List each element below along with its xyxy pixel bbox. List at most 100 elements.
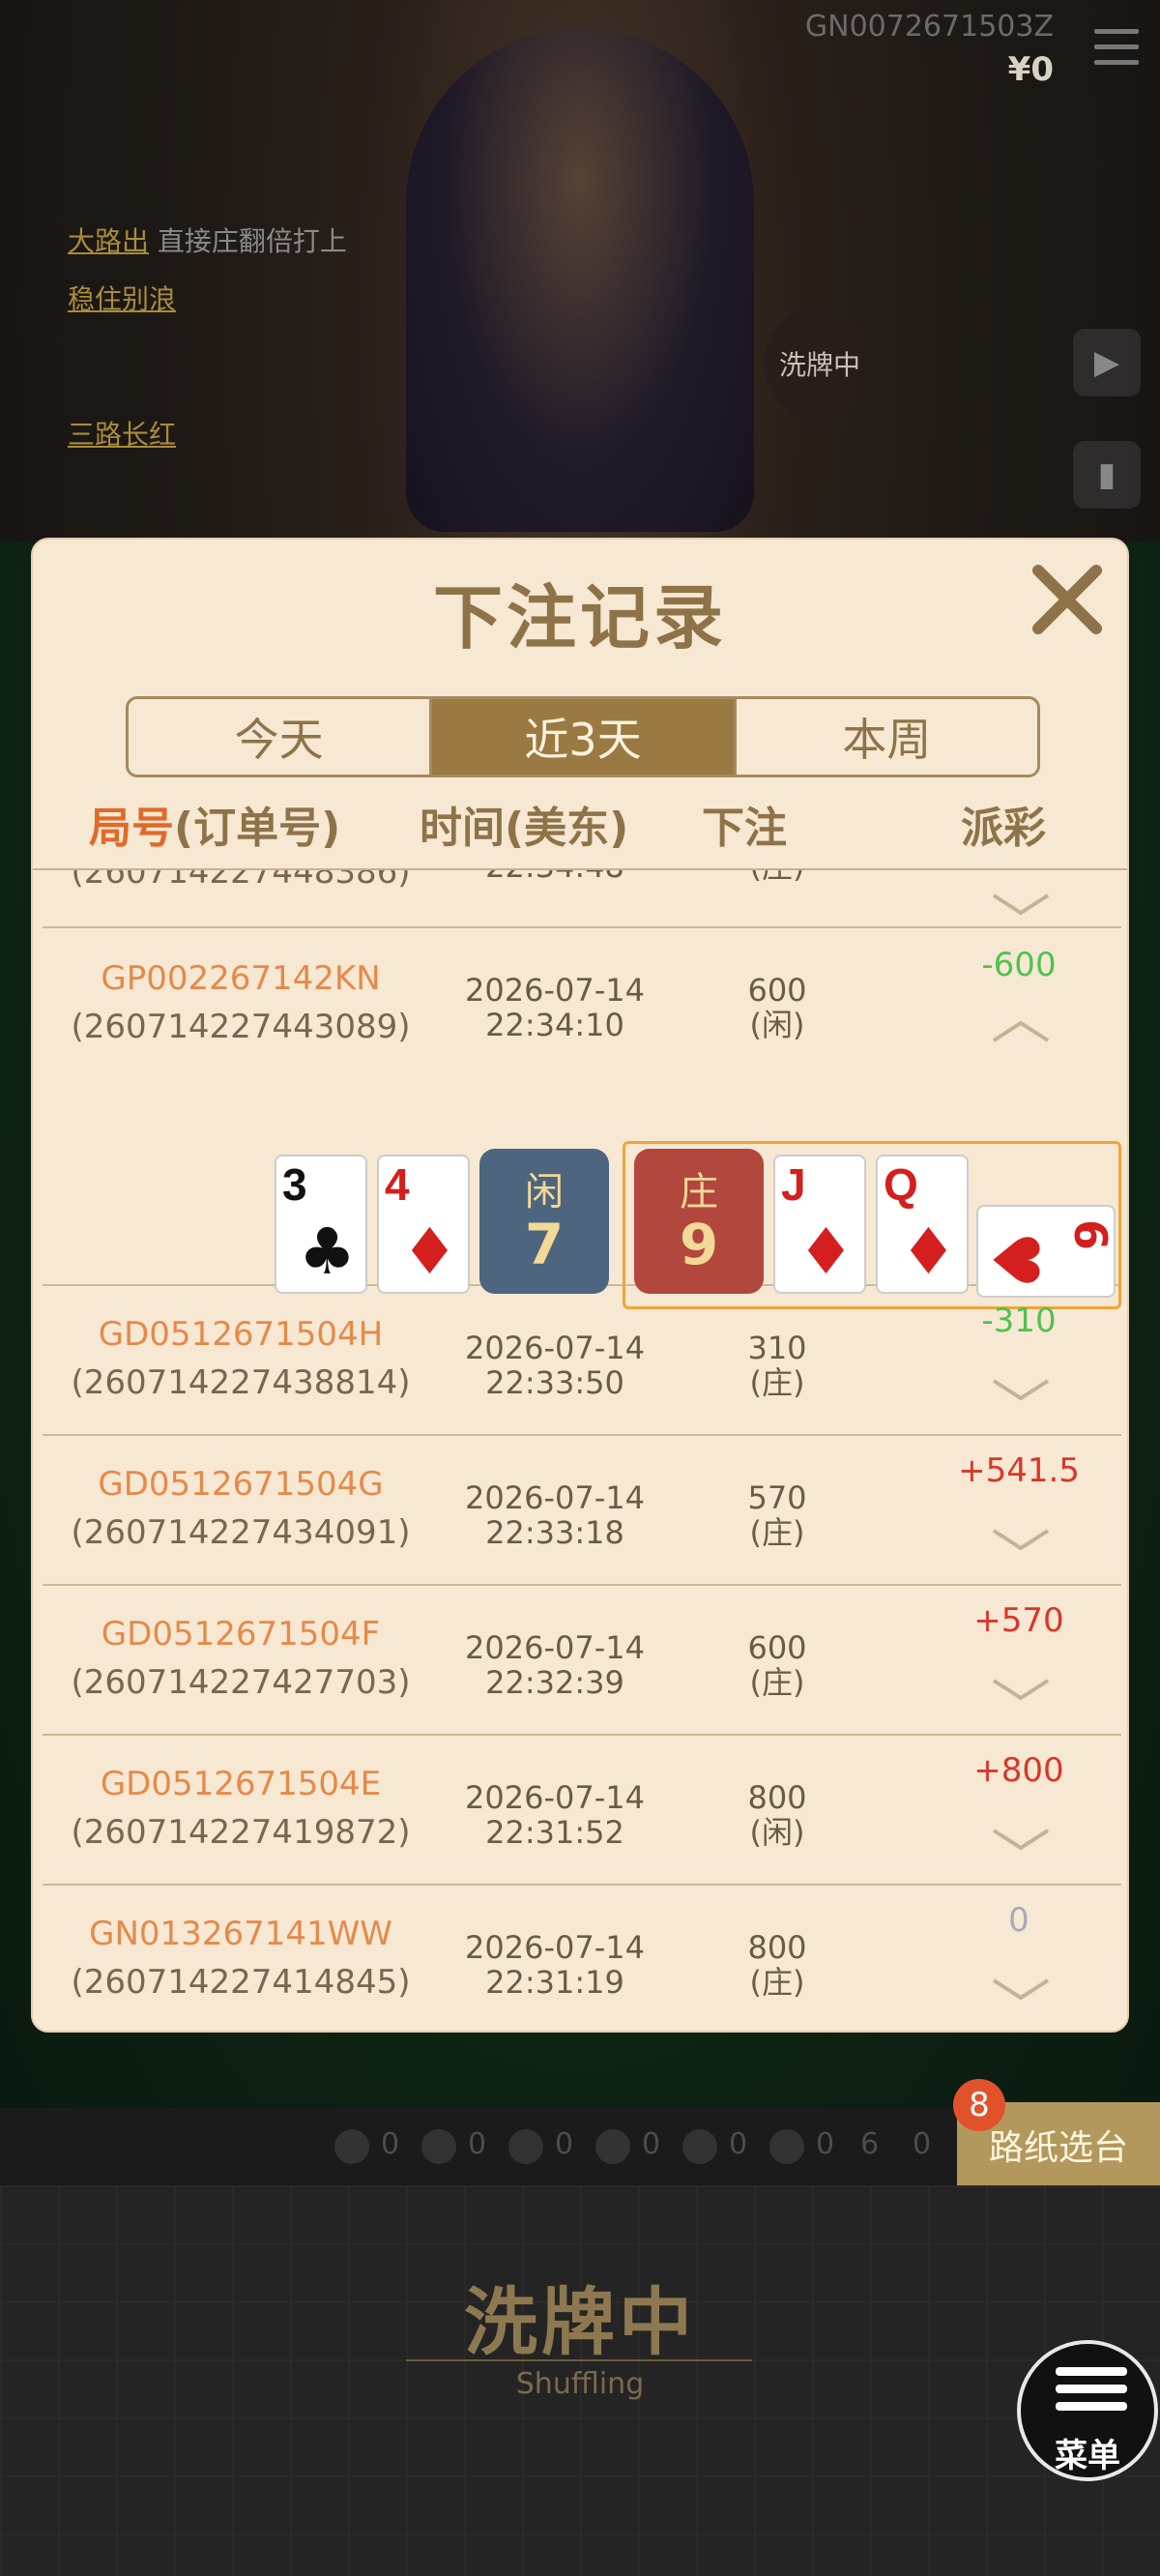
row-bet-cell: 310 (庄) <box>681 1331 874 1400</box>
chevron-down-icon[interactable] <box>990 1525 1052 1554</box>
chevron-down-icon[interactable] <box>990 1675 1052 1704</box>
modal-title: 下注记录 <box>432 577 727 659</box>
tab-today[interactable]: 今天 <box>129 699 429 775</box>
row-bet-cell: 800 (庄) <box>681 1930 874 2000</box>
banker-card-3: 6 ♥ <box>976 1205 1116 1298</box>
banker-total-badge: 庄 9 <box>634 1149 764 1294</box>
game-id: GD0512671504F <box>101 1615 381 1654</box>
road-hint-1: 大路出 直接庄翻倍打上 <box>68 220 347 259</box>
row-time-cell: 2026-07-14 22:31:52 <box>420 1780 690 1850</box>
header-bet: 下注 <box>702 804 787 853</box>
order-id: (260714227427703) <box>71 1663 411 1702</box>
stat-dot-icon <box>334 2129 369 2164</box>
game-id: GP002267142KN <box>101 959 381 998</box>
menu-label: 菜单 <box>1055 2437 1120 2475</box>
row-bet-cell: 800 (闲) <box>681 1780 874 1850</box>
payout-value: +800 <box>973 1751 1064 1790</box>
stat-dot-icon <box>421 2129 456 2164</box>
bet-time: 22:31:52 <box>485 1814 624 1851</box>
chevron-down-icon[interactable] <box>990 1975 1052 2004</box>
bet-side: (闲) <box>749 1814 805 1851</box>
bet-time: 22:31:19 <box>485 1964 624 2001</box>
bet-amount: 800 <box>747 1779 807 1816</box>
order-id: (260714227419872) <box>71 1813 411 1852</box>
road-selector-badge: 8 <box>953 2079 1005 2131</box>
row-id-cell: GD0512671504F (260714227427703) <box>43 1617 439 1700</box>
menu-button[interactable]: 菜单 <box>1017 2340 1158 2481</box>
row-id-cell: GD0512671504H (260714227438814) <box>43 1317 439 1400</box>
bet-record-list[interactable]: (260714227448386) 22:34:48 (庄) GP0022671… <box>43 870 1121 2031</box>
stat-dot-icon <box>508 2129 543 2164</box>
card-rank: 4 <box>385 1159 410 1210</box>
video-camera-icon[interactable]: ▶ <box>1073 329 1141 396</box>
close-icon[interactable] <box>1021 553 1114 646</box>
bet-amount: 600 <box>747 1629 807 1666</box>
table-row[interactable]: GD0512671504G (260714227434091) 2026-07-… <box>43 1436 1121 1586</box>
bet-date: 2026-07-14 <box>465 1479 645 1516</box>
road-hint-2: 稳住别浪 <box>68 283 177 315</box>
player-card-1: 3 ♣ <box>275 1155 367 1294</box>
row-id-cell: (260714227448386) <box>43 870 439 890</box>
road-hint-1-text: 直接庄翻倍打上 <box>157 225 347 257</box>
chevron-up-icon[interactable] <box>990 1017 1052 1046</box>
payout-value: 0 <box>1008 1901 1030 1940</box>
chevron-down-icon[interactable] <box>990 890 1052 919</box>
game-id: GD0512671504H <box>98 1315 384 1354</box>
tab-this-week[interactable]: 本周 <box>733 699 1037 775</box>
row-bet-cell: 600 (闲) <box>681 973 874 1042</box>
top-menu-icon[interactable] <box>1094 29 1139 68</box>
bet-time: 22:33:50 <box>485 1364 624 1401</box>
stat-dot-icon <box>769 2129 804 2164</box>
table-row[interactable]: (260714227448386) 22:34:48 (庄) <box>43 870 1121 928</box>
game-id: GD0512671504G <box>98 1465 384 1504</box>
row-id-cell: GP002267142KN (260714227443089) <box>43 961 439 1044</box>
tab-last-3-days[interactable]: 近3天 <box>429 699 734 775</box>
game-id: GN013267141WW <box>89 1915 392 1953</box>
table-row[interactable]: GD0512671504E (260714227419872) 2026-07-… <box>43 1736 1121 1886</box>
player-label: 闲 <box>525 1170 564 1215</box>
club-icon: ♣ <box>298 1215 356 1289</box>
shuffle-status-bubble: 洗牌中 <box>764 307 876 420</box>
table-header: 局号(订单号) 时间(美东) 下注 派彩 <box>33 793 1127 853</box>
bet-time: 22:34:10 <box>485 1007 624 1043</box>
bet-side: (闲) <box>749 1007 805 1043</box>
bet-date: 2026-07-14 <box>465 1629 645 1666</box>
heart-icon: ♥ <box>977 1231 1053 1289</box>
table-row[interactable]: GD0512671504H (260714227438814) 2026-07-… <box>43 1286 1121 1436</box>
shuffle-status-subtitle: Shuffling <box>515 2367 645 2401</box>
table-row-expanded[interactable]: GP002267142KN (260714227443089) 2026-07-… <box>43 928 1121 1309</box>
row-id-cell: GN013267141WW (260714227414845) <box>43 1917 439 2000</box>
bet-side: (庄) <box>749 1364 805 1401</box>
chevron-down-icon[interactable] <box>990 1375 1052 1404</box>
row-bet-cell: 570 (庄) <box>681 1480 874 1550</box>
stat-count: 0 <box>729 2127 748 2161</box>
bet-record-modal: 下注记录 今天 近3天 本周 局号(订单号) 时间(美东) 下注 派彩 (260… <box>31 538 1129 2033</box>
payout-value: -600 <box>981 946 1057 984</box>
bet-side: (庄) <box>749 1664 805 1701</box>
row-id-cell: GD0512671504G (260714227434091) <box>43 1467 439 1550</box>
bet-date: 2026-07-14 <box>465 1779 645 1816</box>
table-row[interactable]: GN013267141WW (260714227414845) 2026-07-… <box>43 1886 1121 2031</box>
order-id: (260714227443089) <box>71 1008 411 1046</box>
header-time: 时间(美东) <box>420 804 629 853</box>
stat-count: 0 <box>555 2127 574 2161</box>
bet-date: 2026-07-14 <box>465 1330 645 1366</box>
bet-side: (庄) <box>749 1514 805 1551</box>
bet-side: (庄) <box>749 1964 805 2001</box>
banker-total: 9 <box>679 1212 719 1277</box>
road-hint-1-highlight: 大路出 <box>68 225 150 257</box>
table-row[interactable]: GD0512671504F (260714227427703) 2026-07-… <box>43 1586 1121 1736</box>
card-rank: Q <box>884 1159 918 1210</box>
shuffle-status-title: 洗牌中 <box>464 2279 696 2365</box>
order-id: (260714227438814) <box>71 1363 411 1402</box>
payout-value: +541.5 <box>958 1451 1080 1490</box>
bet-date: 2026-07-14 <box>465 972 645 1009</box>
diamond-icon: ♦ <box>400 1215 458 1289</box>
row-time-cell: 2026-07-14 22:32:39 <box>420 1630 690 1700</box>
row-time-cell: 22:34:48 <box>420 870 690 884</box>
stat-count: 0 <box>816 2127 835 2161</box>
chevron-down-icon[interactable] <box>990 1825 1052 1854</box>
bet-side: (庄) <box>681 870 874 884</box>
bet-amount: 800 <box>747 1929 807 1966</box>
video-quality-icon[interactable]: ▮ <box>1073 441 1141 509</box>
